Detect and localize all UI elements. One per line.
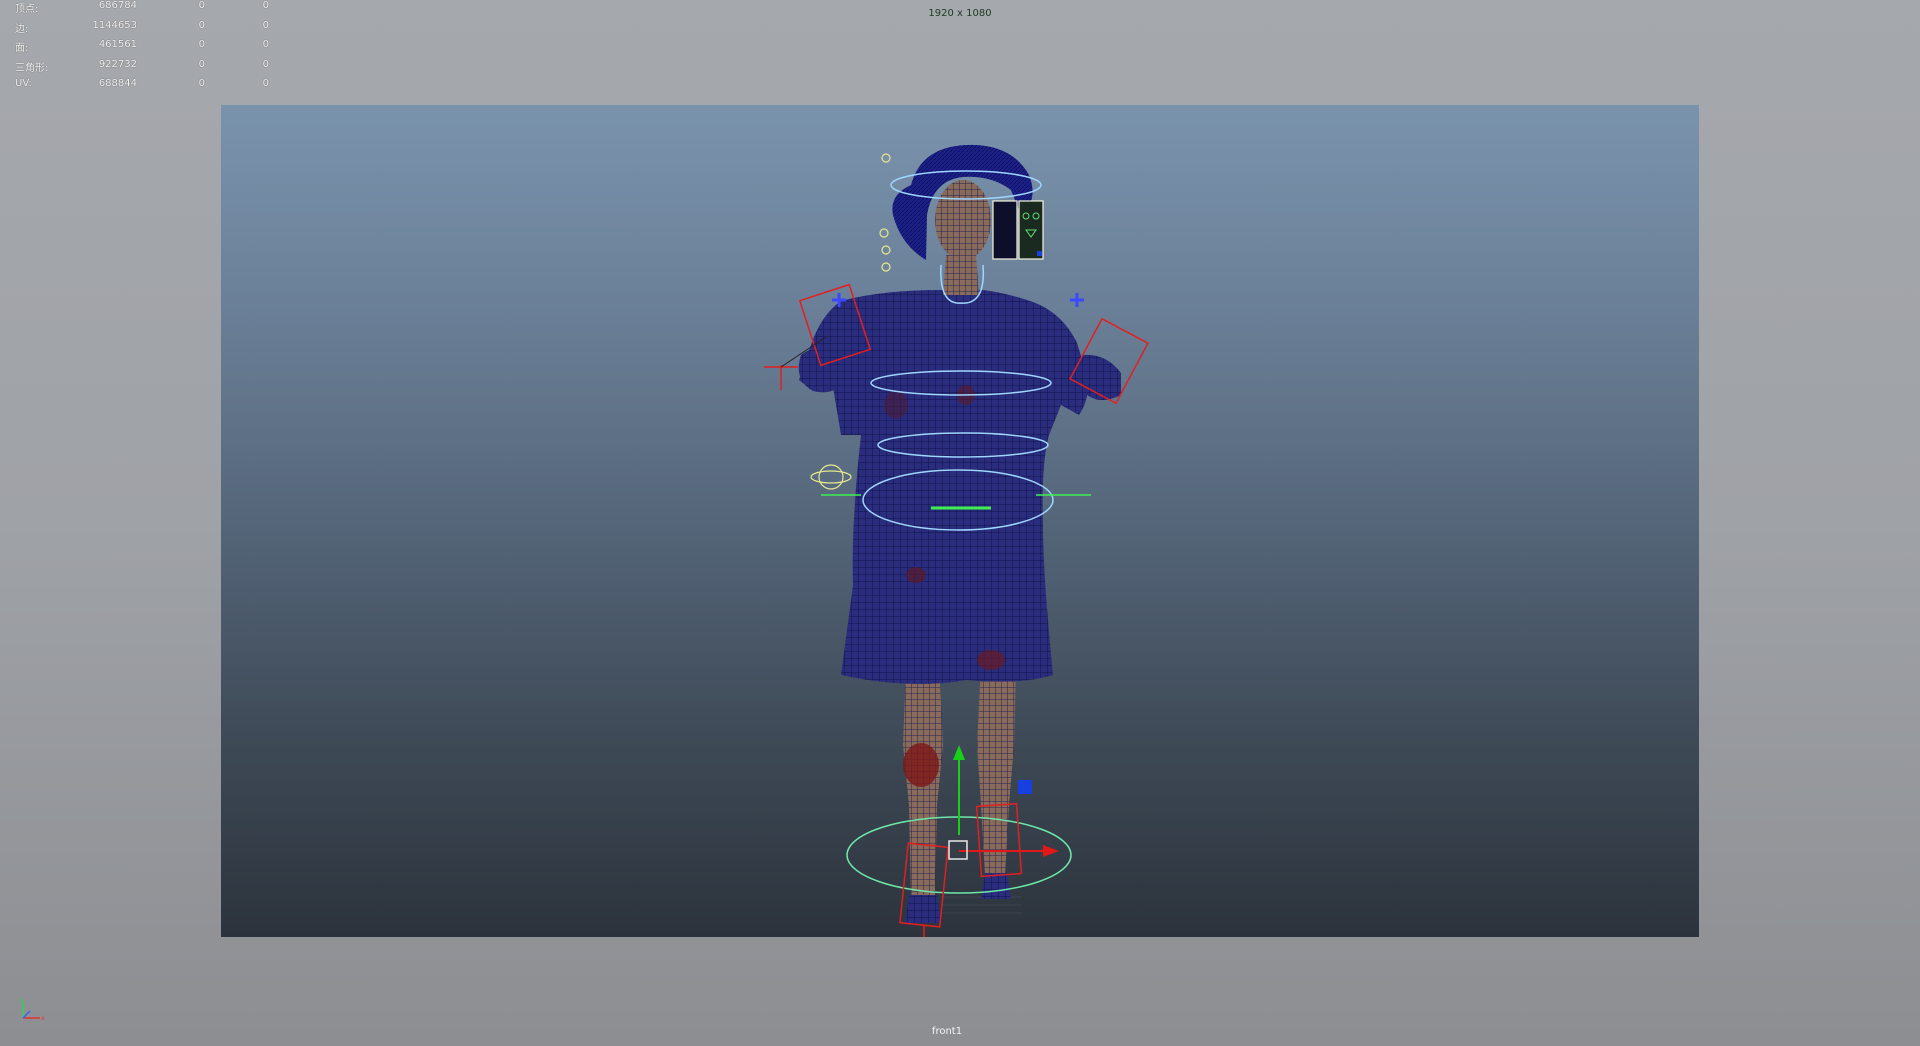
resolution-gate-label: 1920 x 1080 xyxy=(928,8,992,19)
stat-label: 边: xyxy=(15,23,29,35)
stat-label: 三角形: xyxy=(15,62,49,74)
stat-value: 461561 xyxy=(98,39,137,51)
ground-grid xyxy=(941,896,1021,914)
axis-indicator-icon: x y xyxy=(19,996,45,1022)
stat-row-triangles: 三角形: 922732 0 0 xyxy=(15,59,275,79)
blood-stain xyxy=(884,391,908,419)
stat-label: 面: xyxy=(15,43,29,55)
face-mesh[interactable] xyxy=(935,180,991,260)
stat-value: 922732 xyxy=(98,58,137,70)
neck-mesh[interactable] xyxy=(943,255,979,295)
stat-row-faces: 面: 461561 0 0 xyxy=(15,39,275,59)
blood-stain xyxy=(906,567,926,583)
stat-row-edges: 边: 1144653 0 0 xyxy=(15,20,275,40)
left-foot-mesh[interactable] xyxy=(905,895,941,923)
camera-name-label: front1 xyxy=(931,1026,963,1037)
stat-value: 1144653 xyxy=(92,19,137,31)
stat-value: 0 xyxy=(198,78,205,90)
stat-row-uvs: UV: 688844 0 0 xyxy=(15,78,275,98)
knee-wound xyxy=(903,743,939,787)
face-control-panel[interactable] xyxy=(992,200,1044,260)
resolution-gate[interactable] xyxy=(221,105,1699,937)
right-leg-mesh[interactable] xyxy=(977,665,1016,875)
blood-stain xyxy=(977,650,1005,670)
stat-value: 0 xyxy=(262,58,269,70)
maya-viewport[interactable]: 顶点: 686784 0 0 边: 1144653 0 0 面: 461561 … xyxy=(0,0,1920,1046)
stat-value: 0 xyxy=(262,39,269,51)
scene-view[interactable] xyxy=(221,105,1699,937)
stat-value: 0 xyxy=(198,58,205,70)
stat-label: UV: xyxy=(15,78,32,90)
svg-text:x: x xyxy=(41,1015,45,1022)
right-foot-mesh[interactable] xyxy=(981,873,1011,899)
stat-value: 0 xyxy=(262,78,269,90)
stat-value: 688844 xyxy=(98,78,137,90)
dress-mesh[interactable] xyxy=(799,288,1088,684)
stat-value: 0 xyxy=(198,39,205,51)
stat-value: 0 xyxy=(198,19,205,31)
svg-text:y: y xyxy=(19,996,23,1003)
stat-value: 0 xyxy=(262,19,269,31)
